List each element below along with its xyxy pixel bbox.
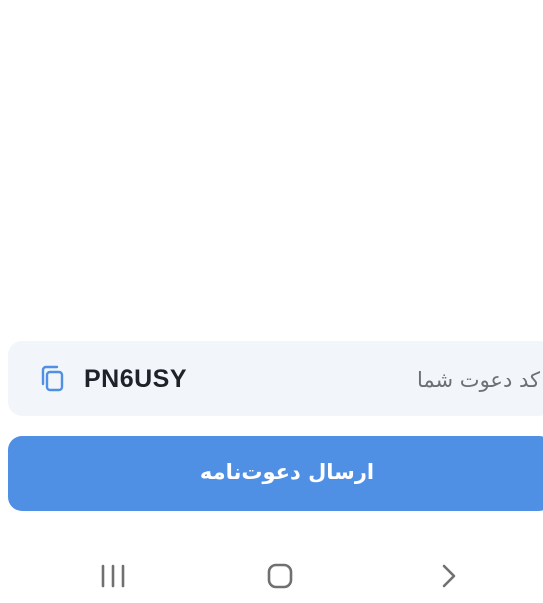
invite-code-label: کد دعوت شما [416,368,540,392]
copy-icon[interactable] [38,363,70,395]
send-invitation-button[interactable]: ارسال دعوت‌نامه [8,436,543,511]
recents-icon[interactable] [95,559,131,593]
system-navigation-bar [0,545,543,603]
back-chevron-icon[interactable] [430,559,466,593]
invite-screen: PN6USY کد دعوت شما ارسال دعوت‌نامه [0,0,543,603]
send-invitation-label: ارسال دعوت‌نامه [199,460,375,484]
invite-code-card: PN6USY کد دعوت شما [8,341,543,416]
invite-code-value: PN6USY [84,365,188,393]
home-icon[interactable] [262,559,298,593]
